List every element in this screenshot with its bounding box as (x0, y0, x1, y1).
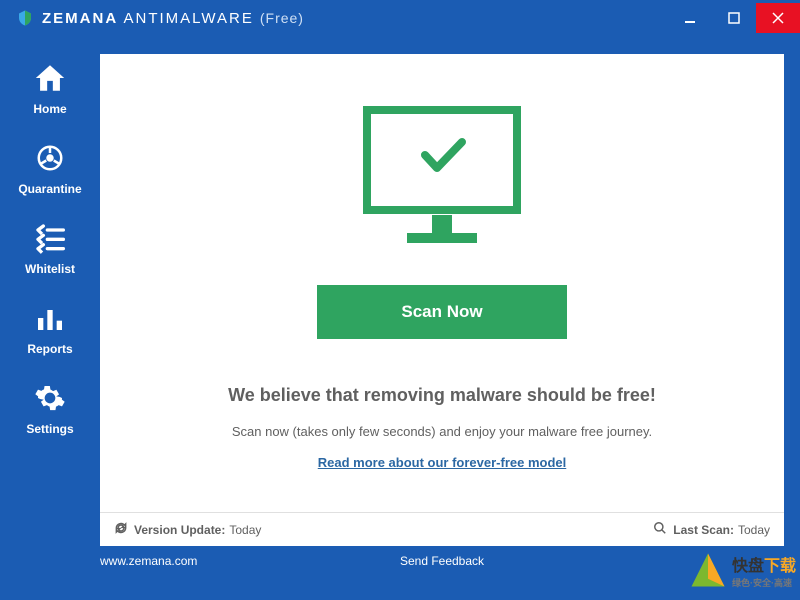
version-update-label: Version Update: (134, 523, 225, 537)
sidebar-item-label: Whitelist (25, 262, 75, 276)
watermark-text: 快盘下载 绿色·安全·高速 (732, 552, 796, 589)
app-logo-icon (16, 9, 34, 27)
maximize-button[interactable] (712, 3, 756, 33)
gear-icon (32, 380, 68, 416)
send-feedback-link[interactable]: Send Feedback (400, 554, 484, 568)
quarantine-icon (32, 140, 68, 176)
sidebar-item-label: Settings (26, 422, 73, 436)
home-icon (32, 60, 68, 96)
sidebar-item-label: Quarantine (18, 182, 81, 196)
footer-bar: www.zemana.com Send Feedback (100, 546, 784, 576)
reports-icon (32, 300, 68, 336)
titlebar: ZEMANA ANTIMALWARE (Free) (0, 0, 800, 36)
sidebar-item-reports[interactable]: Reports (27, 300, 72, 356)
scan-now-button[interactable]: Scan Now (317, 285, 567, 339)
app-title: ZEMANA ANTIMALWARE (42, 10, 254, 27)
version-update-value: Today (229, 523, 261, 537)
status-bar: Version Update: Today Last Scan: Today (100, 512, 784, 546)
sidebar: Home Quarantine Whitelist Reports Settin… (0, 60, 100, 436)
refresh-icon[interactable] (114, 521, 128, 538)
watermark-overlay: 快盘下载 绿色·安全·高速 (686, 548, 796, 592)
search-icon[interactable] (653, 521, 667, 538)
app-edition: (Free) (260, 10, 304, 26)
sidebar-item-label: Home (33, 102, 66, 116)
monitor-check-icon (347, 100, 537, 255)
main-heading: We believe that removing malware should … (228, 385, 656, 406)
minimize-button[interactable] (668, 3, 712, 33)
sidebar-item-label: Reports (27, 342, 72, 356)
close-button[interactable] (756, 3, 800, 33)
last-scan-value: Today (738, 523, 770, 537)
read-more-link[interactable]: Read more about our forever-free model (318, 455, 567, 470)
watermark-icon (686, 548, 730, 592)
website-link[interactable]: www.zemana.com (100, 554, 197, 568)
sidebar-item-quarantine[interactable]: Quarantine (18, 140, 81, 196)
sidebar-item-whitelist[interactable]: Whitelist (25, 220, 75, 276)
main-subtext: Scan now (takes only few seconds) and en… (232, 424, 652, 439)
sidebar-item-home[interactable]: Home (32, 60, 68, 116)
sidebar-item-settings[interactable]: Settings (26, 380, 73, 436)
whitelist-icon (32, 220, 68, 256)
last-scan-label: Last Scan: (673, 523, 734, 537)
minimize-icon (684, 12, 696, 24)
close-icon (772, 12, 784, 24)
maximize-icon (728, 12, 740, 24)
window-controls (668, 3, 800, 33)
main-panel: Scan Now We believe that removing malwar… (100, 54, 784, 546)
